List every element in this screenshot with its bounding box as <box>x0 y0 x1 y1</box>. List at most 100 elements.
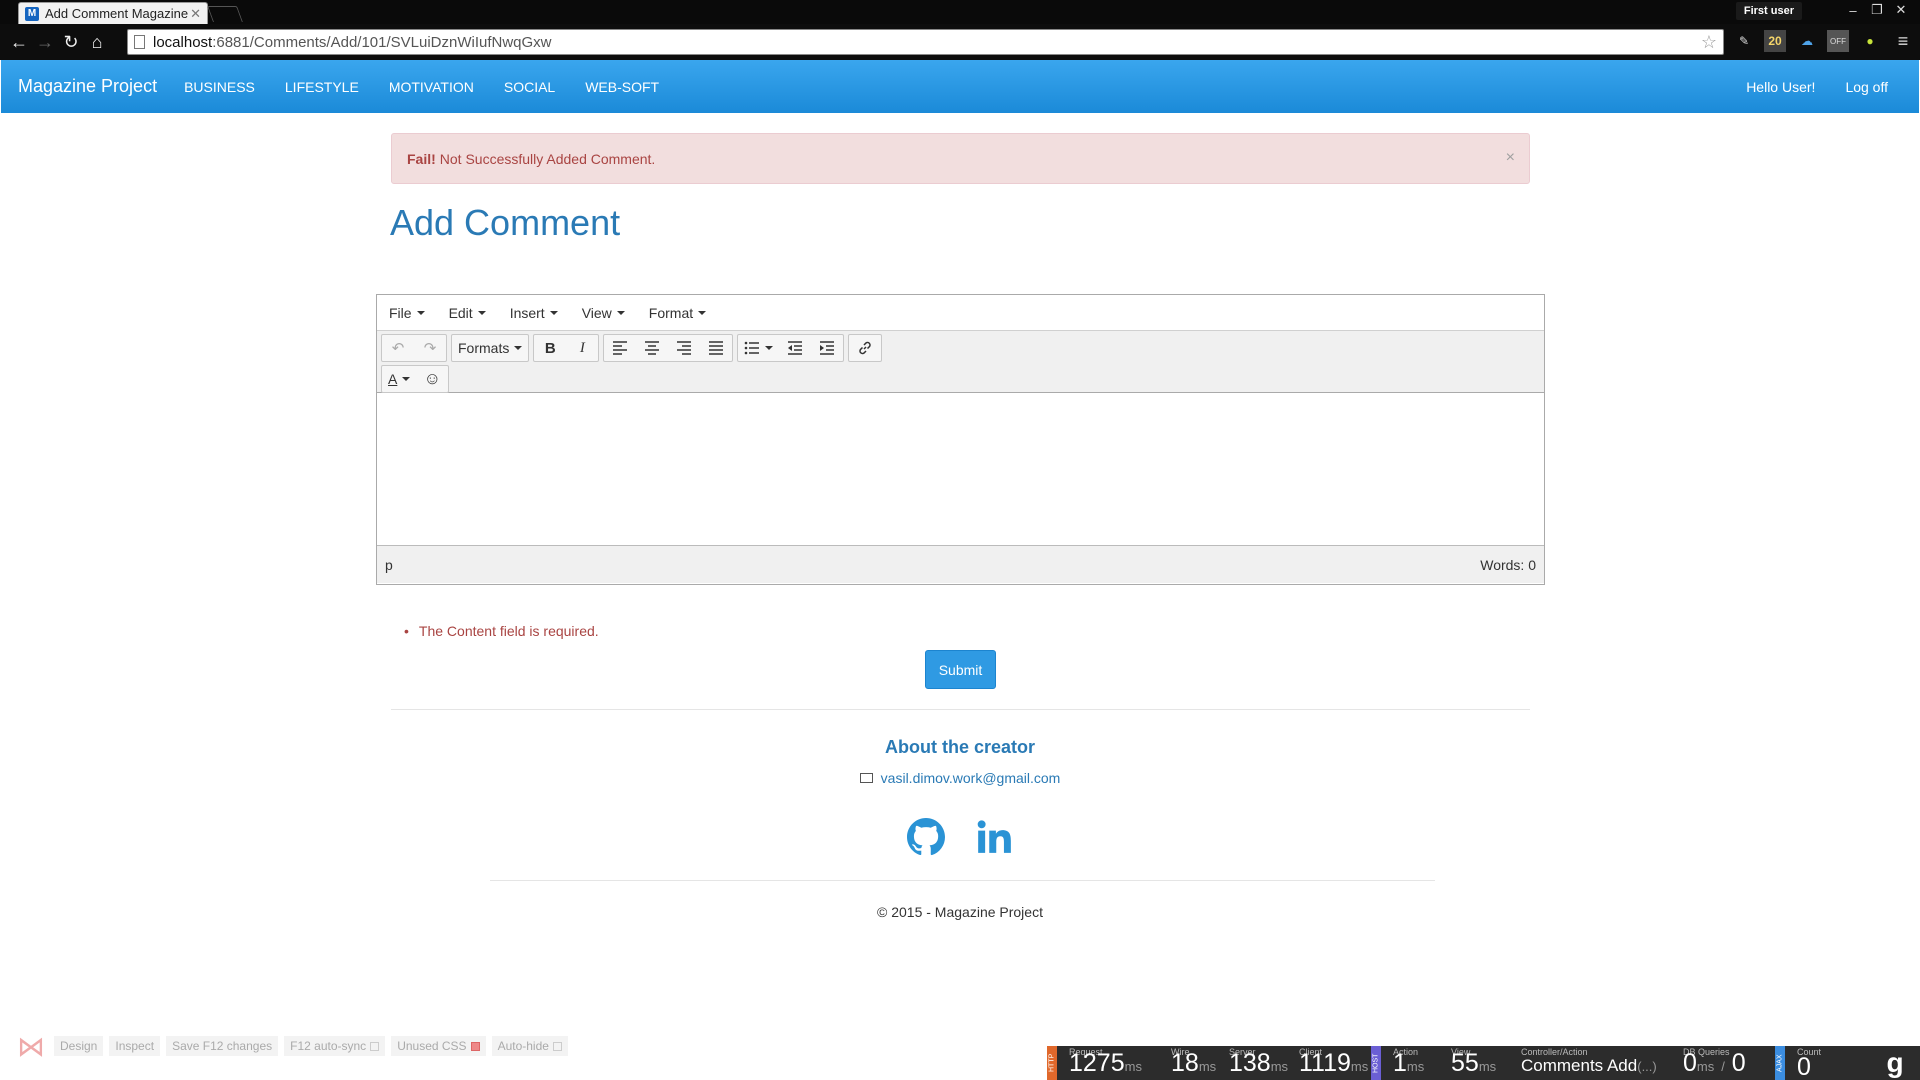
nav-motivation[interactable]: MOTIVATION <box>374 79 489 95</box>
browser-menu-icon[interactable]: ≡ <box>1892 30 1914 52</box>
visual-studio-icon[interactable]: ⋈ <box>14 1026 48 1066</box>
off-extension-icon[interactable]: OFF <box>1827 30 1849 52</box>
restore-icon[interactable]: ❐ <box>1868 0 1886 20</box>
metric-server: Server 138ms <box>1229 1047 1289 1077</box>
log-off-link[interactable]: Log off <box>1830 79 1903 95</box>
back-icon[interactable]: ← <box>6 29 32 55</box>
nav-social[interactable]: SOCIAL <box>489 79 570 95</box>
caret-down-icon <box>477 310 486 315</box>
url-host: localhost <box>153 33 213 51</box>
bookmark-star-icon[interactable]: ☆ <box>1701 32 1717 53</box>
minimize-icon[interactable]: – <box>1844 0 1862 20</box>
inspect-button[interactable]: Inspect <box>109 1036 161 1056</box>
page-icon <box>134 35 145 49</box>
link-icon[interactable] <box>849 335 881 361</box>
formats-group: Formats <box>451 334 530 362</box>
social-links <box>0 818 1920 856</box>
metric-controller-action: Controller/Action Comments Add(...) <box>1521 1047 1657 1075</box>
menu-view[interactable]: View <box>582 305 625 321</box>
address-bar[interactable]: localhost:6881/Comments/Add/101/SVLuiDzn… <box>127 29 1724 55</box>
rich-text-editor: File Edit Insert View Format ↶ ↷ Formats… <box>376 294 1545 585</box>
browser-tab[interactable]: M Add Comment Magazine ✕ <box>18 2 208 24</box>
editor-statusbar: p Words: 0 <box>377 545 1544 583</box>
about-heading: About the creator <box>884 737 1035 757</box>
menu-file[interactable]: File <box>389 305 425 321</box>
color-group: A ☺ <box>381 365 450 393</box>
metric-view: View 55ms <box>1451 1047 1497 1077</box>
cloud-extension-icon[interactable]: ☁ <box>1796 30 1818 52</box>
profile-badge[interactable]: First user <box>1735 2 1802 20</box>
bold-button[interactable]: B <box>534 335 566 361</box>
github-icon[interactable] <box>907 818 945 856</box>
unused-css-toggle[interactable]: Unused CSS <box>391 1036 486 1056</box>
metric-request: Request 1275ms <box>1069 1047 1142 1077</box>
pen-extension-icon[interactable]: ✎ <box>1733 30 1755 52</box>
bullet-list-icon[interactable] <box>738 335 779 361</box>
auto-hide-toggle[interactable]: Auto-hide <box>491 1036 568 1056</box>
nav-lifestyle[interactable]: LIFESTYLE <box>270 79 374 95</box>
favicon-icon: M <box>25 6 39 21</box>
formats-dropdown[interactable]: Formats <box>452 335 528 361</box>
outdent-icon[interactable] <box>779 335 811 361</box>
email-link[interactable]: vasil.dimov.work@gmail.com <box>881 770 1061 786</box>
brand-link[interactable]: Magazine Project <box>1 76 157 97</box>
tab-close-icon[interactable]: ✕ <box>190 6 201 22</box>
forward-icon[interactable]: → <box>32 29 58 55</box>
http-tag: HTTP <box>1047 1046 1057 1080</box>
element-path[interactable]: p <box>385 557 393 573</box>
metric-client: Client 1119ms <box>1299 1047 1369 1077</box>
menu-insert[interactable]: Insert <box>510 305 558 321</box>
ajax-tag: AJAX <box>1775 1046 1785 1080</box>
italic-button[interactable]: I <box>566 335 598 361</box>
menu-format[interactable]: Format <box>649 305 707 321</box>
glimpse-bar[interactable]: HTTP Request 1275ms Wire 18ms Server 138… <box>1047 1046 1920 1080</box>
host-tag: HOST <box>1371 1046 1381 1080</box>
editor-toolbar-row-2: A ☺ <box>377 365 1544 393</box>
checkbox-icon <box>470 1041 480 1051</box>
emoticon-icon[interactable]: ☺ <box>416 366 448 392</box>
alert-strong: Fail! <box>407 150 436 167</box>
caret-down-icon <box>698 310 707 315</box>
history-group: ↶ ↷ <box>381 334 447 362</box>
metric-action: Action 1ms <box>1393 1047 1425 1077</box>
list-group <box>737 334 845 362</box>
reload-icon[interactable]: ↻ <box>58 29 84 55</box>
menu-edit[interactable]: Edit <box>449 305 486 321</box>
close-window-icon[interactable]: ✕ <box>1892 0 1910 20</box>
style-group: B I <box>533 334 600 362</box>
text-color-button[interactable]: A <box>382 366 416 392</box>
undo-icon[interactable]: ↶ <box>382 335 414 361</box>
align-center-icon[interactable] <box>636 335 668 361</box>
hello-user-link[interactable]: Hello User! <box>1731 79 1830 95</box>
envelope-icon <box>859 773 873 783</box>
metric-db-queries: DB Queries 0ms / 0 <box>1683 1047 1746 1077</box>
align-left-icon[interactable] <box>604 335 636 361</box>
editor-content-area[interactable] <box>377 393 1544 545</box>
word-count: Words: 0 <box>1480 556 1536 573</box>
glimpse-logo-icon[interactable]: g <box>1878 1046 1912 1080</box>
caret-down-icon <box>616 310 625 315</box>
home-icon[interactable]: ⌂ <box>84 29 110 55</box>
save-f12-button[interactable]: Save F12 changes <box>166 1036 279 1056</box>
nav-web-soft[interactable]: WEB-SOFT <box>570 79 674 95</box>
metric-wire: Wire 18ms <box>1171 1047 1217 1077</box>
align-justify-icon[interactable] <box>700 335 732 361</box>
design-button[interactable]: Design <box>54 1036 104 1056</box>
indent-icon[interactable] <box>811 335 843 361</box>
page-title: Add Comment <box>390 202 621 243</box>
checkbox-icon <box>370 1041 380 1051</box>
browser-link-bar: ⋈ Design Inspect Save F12 changes F12 au… <box>14 1026 568 1066</box>
align-right-icon[interactable] <box>668 335 700 361</box>
f12-autosync-toggle[interactable]: F12 auto-sync <box>284 1036 386 1056</box>
circle-extension-icon[interactable]: ● <box>1859 30 1881 52</box>
alert-close-icon[interactable]: × <box>1506 149 1515 167</box>
editor-menubar: File Edit Insert View Format <box>377 295 1544 331</box>
badge-extension-icon[interactable]: 20 <box>1764 30 1786 52</box>
submit-button[interactable]: Submit <box>925 650 996 689</box>
nav-business[interactable]: BUSINESS <box>169 79 270 95</box>
checkbox-icon <box>552 1041 562 1051</box>
divider <box>490 880 1435 881</box>
linkedin-icon[interactable] <box>975 818 1013 856</box>
redo-icon[interactable]: ↷ <box>414 335 446 361</box>
new-tab-button[interactable] <box>207 6 243 22</box>
